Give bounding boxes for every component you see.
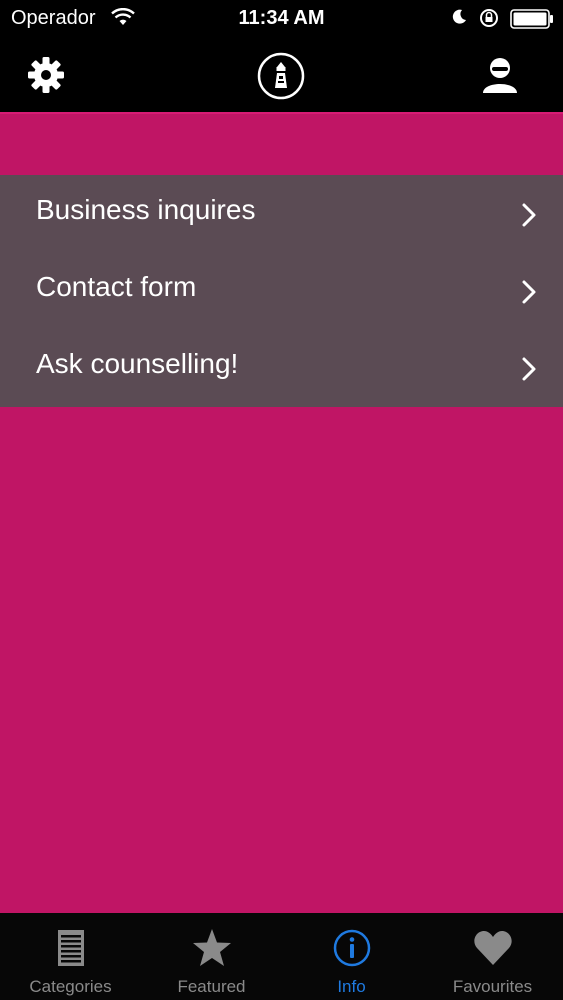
- document-icon: [57, 930, 84, 966]
- menu-item-label: Ask counselling!: [36, 348, 239, 379]
- tab-label: Favourites: [452, 977, 533, 996]
- rotation-lock-icon: [480, 9, 498, 27]
- info-menu: Business inquires Contact form Ask couns…: [0, 175, 563, 407]
- chevron-right-icon: [522, 203, 536, 227]
- info-icon: [333, 929, 370, 967]
- tab-bar: Categories Featured Info Favourites: [0, 913, 563, 1000]
- menu-item-ask-counselling[interactable]: Ask counselling!: [0, 329, 563, 406]
- menu-item-label: Business inquires: [36, 194, 256, 225]
- heart-icon: [473, 931, 512, 965]
- lighthouse-info-logo: [257, 52, 305, 100]
- tab-favourites[interactable]: Favourites: [422, 913, 563, 1000]
- battery-icon: [510, 9, 553, 29]
- nav-divider: [0, 112, 563, 114]
- menu-item-label: Contact form: [36, 271, 197, 302]
- chevron-right-icon: [522, 357, 536, 381]
- tab-info[interactable]: Info: [281, 913, 422, 1000]
- tab-label: Categories: [29, 977, 112, 996]
- tab-label: Featured: [177, 977, 246, 996]
- menu-item-business-inquires[interactable]: Business inquires: [0, 175, 563, 252]
- star-icon: [192, 929, 231, 966]
- tab-categories[interactable]: Categories: [0, 913, 141, 1000]
- user-icon[interactable]: [480, 55, 520, 95]
- navigation-bar: [0, 38, 563, 112]
- tab-featured[interactable]: Featured: [141, 913, 282, 1000]
- menu-item-contact-form[interactable]: Contact form: [0, 252, 563, 329]
- status-bar: Operador 11:34 AM: [0, 0, 563, 38]
- tab-label: Info: [337, 977, 366, 996]
- chevron-right-icon: [522, 280, 536, 304]
- gear-icon[interactable]: [26, 55, 66, 95]
- moon-icon: [452, 9, 466, 24]
